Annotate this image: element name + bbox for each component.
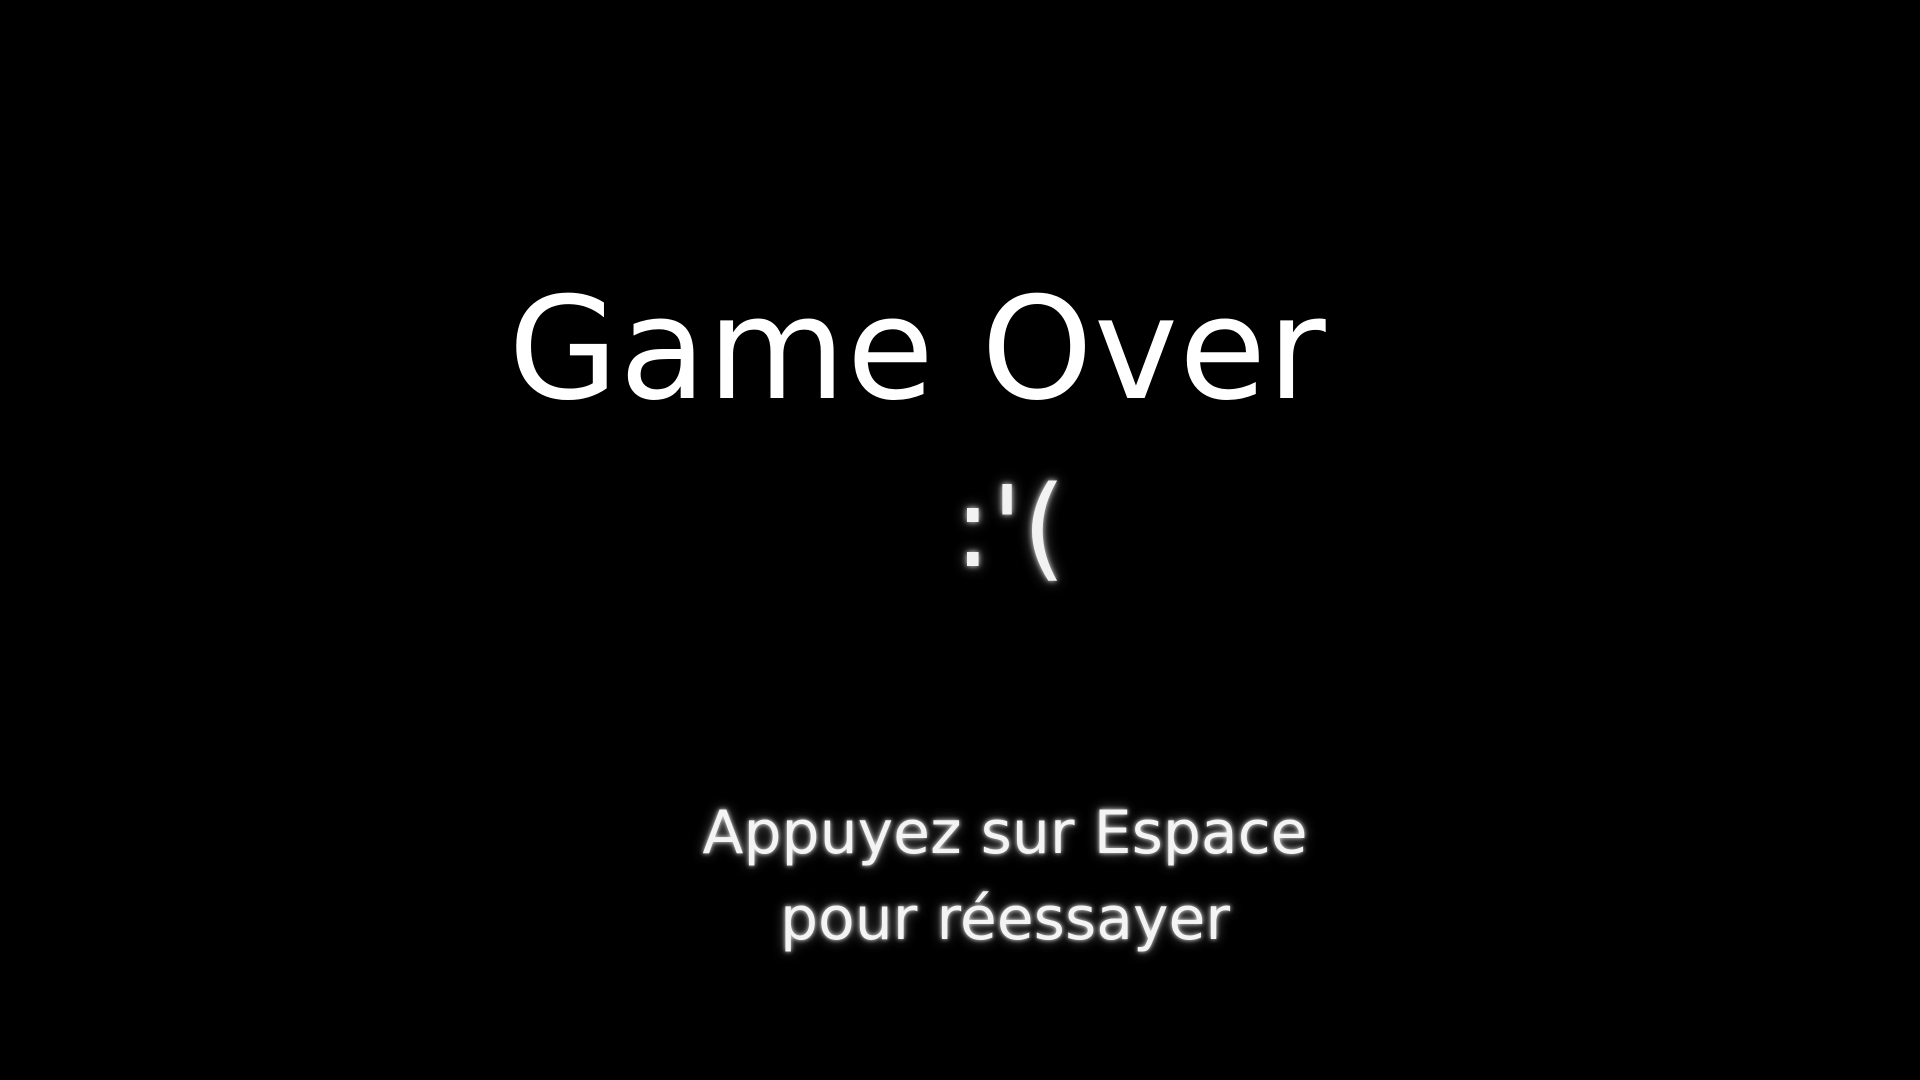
retry-prompt-line-2: pour réessayer — [779, 884, 1231, 954]
retry-prompt: Appuyez sur Espace pour réessayer — [0, 790, 1920, 962]
game-over-title: Game Over — [0, 270, 1920, 430]
sad-face-text: :'( — [953, 463, 1067, 593]
game-over-screen: Game Over :'( Appuyez sur Espace pour ré… — [0, 0, 1920, 1080]
sad-face-emoticon: :'( — [0, 458, 1920, 598]
retry-prompt-line-1: Appuyez sur Espace — [702, 798, 1308, 868]
game-over-title-text: Game Over — [508, 267, 1327, 432]
